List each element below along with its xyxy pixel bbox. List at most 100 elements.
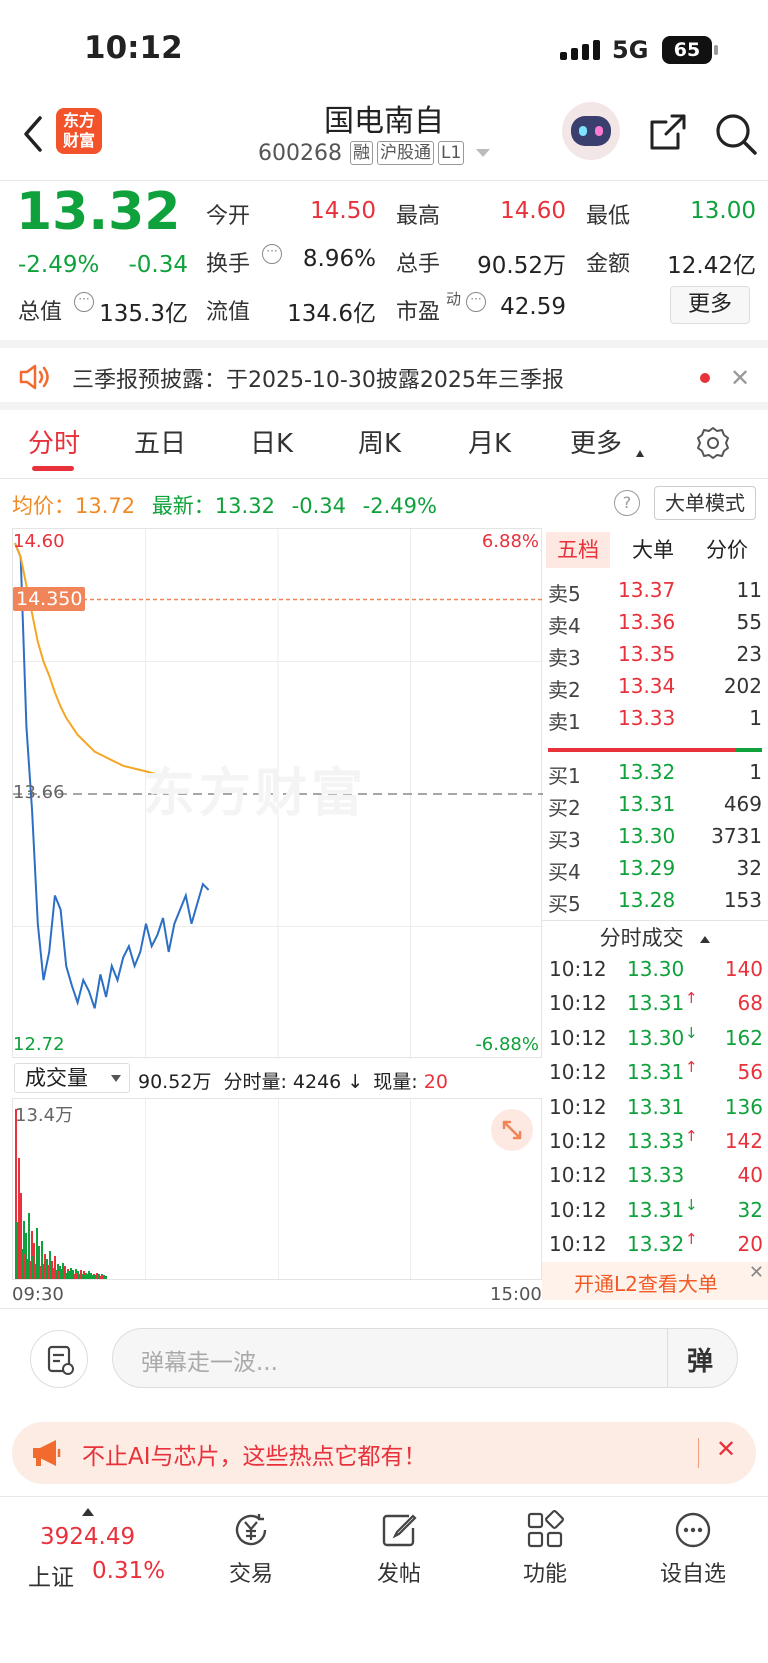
price-chart[interactable]: 东方财富 14.60 6.88% 13.66 12.72 -6.88% 14.3…	[12, 528, 543, 1059]
tick-time: 10:12	[549, 957, 607, 981]
nav-add-watchlist[interactable]: 设自选	[638, 1510, 748, 1588]
ob-tab-five-levels[interactable]: 五档	[546, 532, 610, 568]
tag-connect: 沪股通	[376, 141, 434, 165]
edit-icon	[382, 1514, 417, 1547]
summary-line: 均价：13.72 最新：13.32 -0.34 -2.49%	[12, 490, 437, 520]
notice-dot	[700, 373, 710, 383]
mid-price-label: 13.66	[13, 782, 65, 803]
expand-icon[interactable]	[491, 1109, 533, 1151]
ob-tab-price-dist[interactable]: 分价	[706, 532, 748, 568]
nav-functions-label: 功能	[522, 1562, 567, 1587]
nav-add-watchlist-label: 设自选	[659, 1562, 726, 1587]
buy-level-price: 13.32	[618, 760, 676, 784]
index-widget[interactable]: 3924.49 上证 0.31%	[0, 1500, 170, 1610]
ob-tab-big-orders[interactable]: 大单	[632, 532, 674, 568]
tick-arrow: ↓	[685, 1023, 698, 1042]
more-icon	[675, 1512, 711, 1548]
volume-chart[interactable]: 13.4万	[12, 1098, 542, 1280]
share-icon[interactable]	[648, 112, 688, 152]
sell-level-row: 卖5 13.37 11	[548, 576, 762, 606]
sell-level-label: 卖2	[548, 678, 581, 702]
sell-level-row: 卖1 13.33 1	[548, 704, 762, 734]
sell-level-price: 13.34	[618, 674, 676, 698]
caret-up-icon	[82, 1508, 94, 1516]
index-value: 3924.49	[40, 1524, 136, 1550]
megaphone-icon	[30, 1438, 64, 1468]
x-end-label: 15:00	[490, 1284, 542, 1305]
tick-price: 13.32	[627, 1232, 685, 1257]
tick-row: 10:12 13.31 136	[549, 1090, 763, 1124]
ticks-title: 分时成交	[599, 926, 684, 950]
tick-row: 10:12 13.31 ↓ 32	[549, 1193, 763, 1227]
price-marker-label: 14.350	[13, 587, 86, 611]
top-pct-label: 6.88%	[481, 531, 539, 552]
last-value: 13.32	[214, 494, 275, 518]
tick-volume: 136	[724, 1094, 763, 1119]
info-icon[interactable]: ···	[466, 292, 486, 312]
gear-icon[interactable]	[696, 426, 730, 460]
index-pct: 0.31%	[92, 1558, 166, 1584]
nav-post[interactable]: 发帖	[344, 1510, 454, 1588]
sell-level-volume: 55	[736, 610, 762, 634]
tick-time: 10:12	[549, 1197, 607, 1222]
tick-time: 10:12	[549, 991, 607, 1016]
comment-input[interactable]: 弹幕走一波... 弹	[112, 1328, 738, 1388]
tab-monthly-k[interactable]: 月K	[468, 423, 511, 460]
change-pct: -2.49%	[18, 252, 100, 278]
stock-subtitle[interactable]: 600268 融 沪股通 L1	[258, 138, 491, 168]
tick-price: 13.33	[627, 1129, 685, 1153]
tab-intraday[interactable]: 分时	[28, 423, 80, 460]
tick-row: 10:12 13.30 140	[549, 952, 763, 986]
nav-trade-label: 交易	[228, 1562, 273, 1587]
notes-icon[interactable]	[30, 1330, 88, 1388]
volume-selector[interactable]: 成交量	[14, 1063, 130, 1093]
nav-trade[interactable]: 交易	[196, 1510, 306, 1588]
tick-volume: 56	[737, 1060, 763, 1085]
sell-level-price: 13.33	[618, 706, 676, 730]
tab-five-day[interactable]: 五日	[134, 423, 186, 460]
promo-text: 不止AI与芯片，这些热点它都有！	[82, 1444, 427, 1470]
buy-level-label: 买3	[548, 828, 581, 852]
ticks-header[interactable]: 分时成交	[542, 920, 768, 954]
l2-banner[interactable]: 开通L2查看大单 ✕	[542, 1262, 768, 1300]
info-icon[interactable]: ···	[74, 292, 94, 312]
promo-banner[interactable]: 不止AI与芯片，这些热点它都有！ ✕	[12, 1422, 756, 1484]
top-price-label: 14.60	[13, 531, 65, 552]
sell-level-row: 卖2 13.34 202	[548, 672, 762, 702]
info-icon[interactable]: ···	[262, 244, 282, 264]
close-icon[interactable]: ✕	[730, 366, 750, 390]
notice-bar[interactable]: 三季报预披露：于2025-10-30披露2025年三季报 ✕	[0, 340, 768, 410]
current-price: 13.32	[16, 182, 181, 242]
help-icon[interactable]: ?	[614, 490, 640, 516]
tick-arrow: ↓	[685, 1195, 698, 1214]
tick-price: 13.30	[627, 1025, 685, 1050]
notice-text: 三季报预披露：于2025-10-30披露2025年三季报	[72, 368, 564, 393]
close-icon[interactable]: ✕	[716, 1435, 736, 1463]
danmu-toggle[interactable]: 弹	[687, 1341, 713, 1378]
index-name: 上证	[28, 1565, 74, 1591]
tick-row: 10:12 13.31 ↑ 56	[549, 1055, 763, 1089]
close-icon[interactable]: ✕	[749, 1262, 764, 1283]
ai-assistant-avatar[interactable]	[562, 102, 620, 160]
l2-banner-text: 开通L2查看大单	[574, 1272, 718, 1296]
tab-daily-k[interactable]: 日K	[250, 423, 293, 460]
tick-volume: 68	[737, 991, 763, 1016]
search-icon[interactable]	[714, 112, 758, 156]
big-order-mode-button[interactable]: 大单模式	[654, 486, 756, 520]
float-label: 流值	[206, 300, 251, 325]
caret-up-icon	[700, 935, 711, 943]
chevron-down-icon	[476, 149, 491, 157]
sell-level-volume: 1	[749, 706, 762, 730]
volume-value: 90.52万	[477, 253, 566, 279]
tick-arrow: ↑	[685, 1058, 698, 1077]
buy-level-volume: 469	[723, 792, 762, 816]
buy-level-row: 买2 13.31 469	[548, 790, 762, 820]
last-change: -0.34	[291, 494, 346, 518]
tick-time: 10:12	[549, 1163, 607, 1188]
change-value: -0.34	[128, 252, 188, 278]
tab-more[interactable]: 更多	[570, 423, 622, 460]
more-button[interactable]: 更多	[670, 286, 750, 324]
nav-functions[interactable]: 功能	[490, 1510, 600, 1588]
speaker-icon	[18, 363, 52, 391]
tab-weekly-k[interactable]: 周K	[358, 423, 401, 460]
